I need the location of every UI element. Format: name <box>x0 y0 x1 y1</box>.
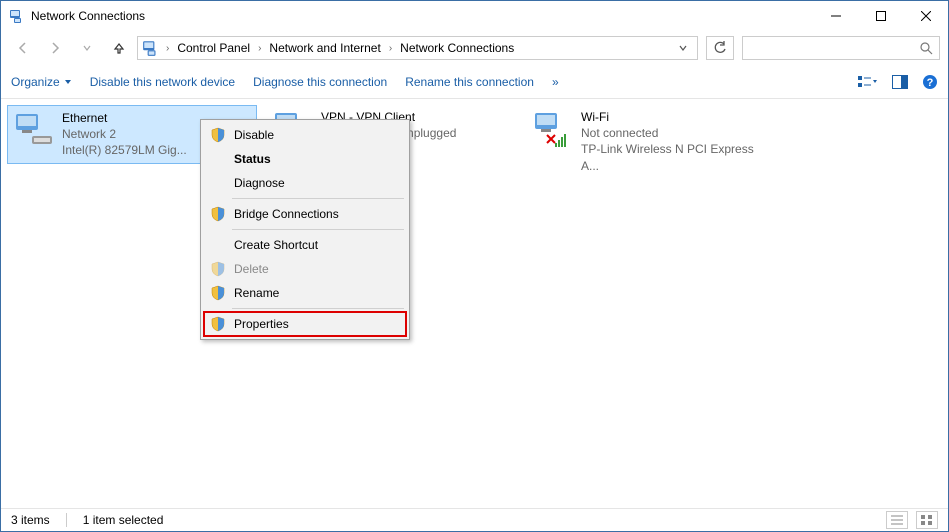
status-view-buttons <box>886 511 938 529</box>
recent-dropdown[interactable] <box>73 34 101 62</box>
menu-properties[interactable]: Properties <box>204 312 406 336</box>
help-icon[interactable]: ? <box>922 74 938 90</box>
menu-bridge[interactable]: Bridge Connections <box>204 202 406 226</box>
status-count: 3 items <box>11 513 50 527</box>
breadcrumb-mid[interactable]: Network and Internet <box>265 41 384 55</box>
status-selected: 1 item selected <box>83 513 164 527</box>
breadcrumb-leaf[interactable]: Network Connections <box>396 41 518 55</box>
maximize-button[interactable] <box>858 2 903 31</box>
app-icon <box>9 8 25 24</box>
window-buttons <box>813 2 948 31</box>
back-button[interactable] <box>9 34 37 62</box>
menu-disable[interactable]: Disable <box>204 123 406 147</box>
titlebar: Network Connections <box>1 1 948 31</box>
menu-separator <box>232 308 404 309</box>
diagnose-button[interactable]: Diagnose this connection <box>253 75 387 89</box>
menu-label: Delete <box>234 262 269 276</box>
connection-text: Ethernet Network 2 Intel(R) 82579LM Gig.… <box>62 110 187 159</box>
menu-separator <box>232 198 404 199</box>
connection-adapter: Intel(R) 82579LM Gig... <box>62 142 187 158</box>
toolbar-right: ? <box>858 74 938 90</box>
wifi-icon <box>531 109 575 149</box>
breadcrumb[interactable]: › Control Panel › Network and Internet ›… <box>137 36 698 60</box>
breadcrumb-dropdown[interactable] <box>673 44 693 52</box>
window-title: Network Connections <box>31 9 145 23</box>
toolbar: Organize Disable this network device Dia… <box>1 65 948 99</box>
refresh-button[interactable] <box>706 36 734 60</box>
connection-network: Network 2 <box>62 126 187 142</box>
connection-text: Wi-Fi Not connected TP-Link Wireless N P… <box>581 109 773 174</box>
shield-icon <box>210 316 226 332</box>
status-separator <box>66 513 67 527</box>
menu-label: Diagnose <box>234 176 285 190</box>
chevron-right-icon[interactable]: › <box>256 43 263 54</box>
connections-list: Ethernet Network 2 Intel(R) 82579LM Gig.… <box>7 105 942 178</box>
shield-icon <box>210 261 226 277</box>
shield-icon <box>210 206 226 222</box>
menu-label: Rename <box>234 286 279 300</box>
preview-pane-icon[interactable] <box>892 75 908 89</box>
svg-text:?: ? <box>927 77 934 89</box>
menu-diagnose[interactable]: Diagnose <box>204 171 406 195</box>
menu-separator <box>232 229 404 230</box>
icons-view-button[interactable] <box>916 511 938 529</box>
shield-icon <box>210 127 226 143</box>
ethernet-icon <box>12 110 56 150</box>
menu-shortcut[interactable]: Create Shortcut <box>204 233 406 257</box>
menu-label: Bridge Connections <box>234 207 339 221</box>
context-menu: Disable Status Diagnose Bridge Connectio… <box>200 119 410 340</box>
menu-delete: Delete <box>204 257 406 281</box>
menu-status[interactable]: Status <box>204 147 406 171</box>
close-button[interactable] <box>903 2 948 31</box>
chevron-down-icon <box>64 78 72 86</box>
details-view-button[interactable] <box>886 511 908 529</box>
menu-label: Disable <box>234 128 274 142</box>
status-bar: 3 items 1 item selected <box>1 508 948 531</box>
search-box[interactable] <box>742 36 940 60</box>
more-commands-button[interactable]: » <box>552 75 559 89</box>
menu-label: Status <box>234 152 271 166</box>
content-area: Ethernet Network 2 Intel(R) 82579LM Gig.… <box>1 99 948 507</box>
view-options-icon[interactable] <box>858 75 878 89</box>
nav-row: › Control Panel › Network and Internet ›… <box>1 31 948 65</box>
breadcrumb-root[interactable]: Control Panel <box>173 41 254 55</box>
forward-button[interactable] <box>41 34 69 62</box>
menu-rename[interactable]: Rename <box>204 281 406 305</box>
connection-name: Wi-Fi <box>581 109 773 125</box>
menu-label: Properties <box>234 317 289 331</box>
connection-wifi[interactable]: Wi-Fi Not connected TP-Link Wireless N P… <box>527 105 777 178</box>
connection-status: Not connected <box>581 125 773 141</box>
breadcrumb-icon <box>142 39 160 57</box>
rename-button[interactable]: Rename this connection <box>405 75 534 89</box>
disable-device-button[interactable]: Disable this network device <box>90 75 235 89</box>
menu-label: Create Shortcut <box>234 238 318 252</box>
connection-adapter: TP-Link Wireless N PCI Express A... <box>581 141 773 173</box>
chevron-right-icon[interactable]: › <box>164 43 171 54</box>
organize-button[interactable]: Organize <box>11 75 72 89</box>
search-input[interactable] <box>749 41 919 55</box>
search-icon[interactable] <box>919 41 933 55</box>
window: Network Connections › Control Panel › Ne… <box>0 0 949 532</box>
minimize-button[interactable] <box>813 2 858 31</box>
chevron-right-icon[interactable]: › <box>387 43 394 54</box>
up-button[interactable] <box>105 34 133 62</box>
organize-label: Organize <box>11 75 60 89</box>
shield-icon <box>210 285 226 301</box>
connection-name: Ethernet <box>62 110 187 126</box>
